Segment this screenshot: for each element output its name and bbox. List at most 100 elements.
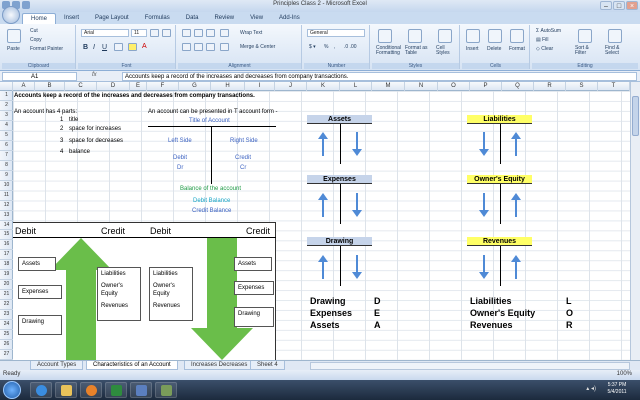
format-as-table-icon[interactable] [408,29,422,43]
part-number[interactable]: 2 [60,125,63,133]
column-header[interactable]: R [534,82,566,91]
row-header[interactable]: 25 [0,330,13,341]
sheet-tab-characteristics[interactable]: Characteristics of an Account [86,361,178,370]
acronym-account[interactable]: Drawing [310,296,346,306]
tab-data[interactable]: Data [178,13,207,24]
paste-button[interactable]: Paste [7,46,20,52]
t-form-intro[interactable]: An account can be presented in T account… [148,108,278,116]
wrap-text-button[interactable]: Wrap Text [240,30,262,36]
row-header[interactable]: 24 [0,320,13,331]
find-select-icon[interactable] [608,29,622,43]
formula-input[interactable]: Accounts keep a record of the increases … [122,72,637,81]
font-color-icon[interactable]: A [142,43,147,50]
grow-font-icon[interactable] [150,29,159,37]
debit-label[interactable]: Debit [173,154,187,162]
number-format-select[interactable]: General [307,29,365,37]
orientation-icon[interactable] [220,29,229,37]
maximize-button[interactable]: □ [613,1,625,10]
shrink-font-icon[interactable] [162,29,171,37]
column-header[interactable]: E [130,82,147,91]
sort-filter-button[interactable]: Sort & Filter [575,46,601,56]
part-label[interactable]: balance [69,148,90,156]
cell-a1[interactable]: Accounts keep a record of the increases … [14,92,255,100]
row-header[interactable]: 7 [0,151,13,161]
acronym-letter[interactable]: E [374,308,380,318]
acronym-account[interactable]: Revenues [470,320,513,330]
row-header[interactable]: 11 [0,191,13,201]
column-header[interactable]: B [35,82,65,91]
part-number[interactable]: 1 [60,116,63,124]
conditional-formatting-icon[interactable] [378,29,392,43]
align-left-icon[interactable] [182,43,191,51]
autosum-button[interactable]: Σ AutoSum [536,28,561,34]
scroll-thumb[interactable] [632,96,639,136]
cut-button[interactable]: Cut [30,28,38,34]
tab-page-layout[interactable]: Page Layout [87,13,137,24]
row-header[interactable]: 16 [0,240,13,251]
align-center-icon[interactable] [194,43,203,51]
acronym-letter[interactable]: O [566,308,573,318]
format-button[interactable]: Format [509,46,525,52]
tab-formulas[interactable]: Formulas [137,13,178,24]
vertical-scrollbar[interactable] [630,82,640,360]
acronym-letter[interactable]: L [566,296,572,306]
row-header[interactable]: 12 [0,201,13,211]
debit-balance[interactable]: Debit Balance [193,197,230,205]
acronym-account[interactable]: Liabilities [470,296,512,306]
align-middle-icon[interactable] [194,29,203,37]
media-player-icon[interactable] [80,382,102,398]
align-right-icon[interactable] [206,43,215,51]
cell-styles-icon[interactable] [438,29,452,43]
decimal-icon[interactable]: .0 .00 [344,44,357,50]
comma-icon[interactable]: , [334,44,335,50]
column-header[interactable]: H [211,82,245,91]
fill-color-icon[interactable] [128,43,137,51]
column-header[interactable]: J [275,82,307,91]
delete-cells-icon[interactable] [488,29,502,43]
row-header[interactable]: 10 [0,181,13,191]
sheet-tab-sheet4[interactable]: Sheet 4 [250,361,285,370]
credit-balance[interactable]: Credit Balance [192,207,231,215]
copy-button[interactable]: Copy [30,37,42,43]
row-header[interactable]: 13 [0,211,13,221]
row-header[interactable]: 26 [0,340,13,351]
acronym-letter[interactable]: R [566,320,573,330]
sheet-tab-account-types[interactable]: Account Types [30,361,84,370]
row-header[interactable]: 9 [0,171,13,181]
sort-filter-icon[interactable] [578,29,592,43]
row-header[interactable]: 27 [0,350,13,360]
column-header[interactable]: G [179,82,211,91]
row-header[interactable]: 5 [0,131,13,141]
column-header[interactable]: Q [502,82,534,91]
t-account-header-owners-equity[interactable]: Owner's Equity [467,175,532,184]
t-account-header-liabilities[interactable]: Liabilities [467,115,532,124]
start-button[interactable] [3,381,21,399]
italic-button[interactable]: I [93,44,95,51]
clock[interactable]: 5:37 PM 5/4/2011 [600,382,634,396]
merge-center-button[interactable]: Merge & Center [240,44,275,50]
fx-icon[interactable]: fx [92,72,97,78]
acronym-account[interactable]: Owner's Equity [470,308,535,318]
format-cells-icon[interactable] [510,29,524,43]
column-header[interactable]: P [470,82,502,91]
row-header[interactable]: 21 [0,290,13,301]
borders-icon[interactable] [114,43,123,51]
percent-icon[interactable]: % [324,44,328,50]
zoom-level[interactable]: 100% [617,371,632,377]
bold-button[interactable]: B [83,44,88,51]
tab-view[interactable]: View [242,13,271,24]
row-header[interactable]: 20 [0,280,13,291]
column-header[interactable]: M [372,82,405,91]
explorer-icon[interactable] [55,382,77,398]
conditional-formatting-button[interactable]: Conditional Formatting [376,46,402,56]
balance-of-account[interactable]: Balance of the account [180,185,241,193]
column-header[interactable]: S [566,82,598,91]
insert-button[interactable]: Insert [466,46,479,52]
app-icon[interactable] [130,382,152,398]
office-button[interactable] [2,6,20,24]
parts-intro[interactable]: An account has 4 parts: [14,108,77,116]
align-top-icon[interactable] [182,29,191,37]
find-select-button[interactable]: Find & Select [605,46,633,56]
right-side-label[interactable]: Right Side [230,137,258,145]
insert-cells-icon[interactable] [466,29,480,43]
